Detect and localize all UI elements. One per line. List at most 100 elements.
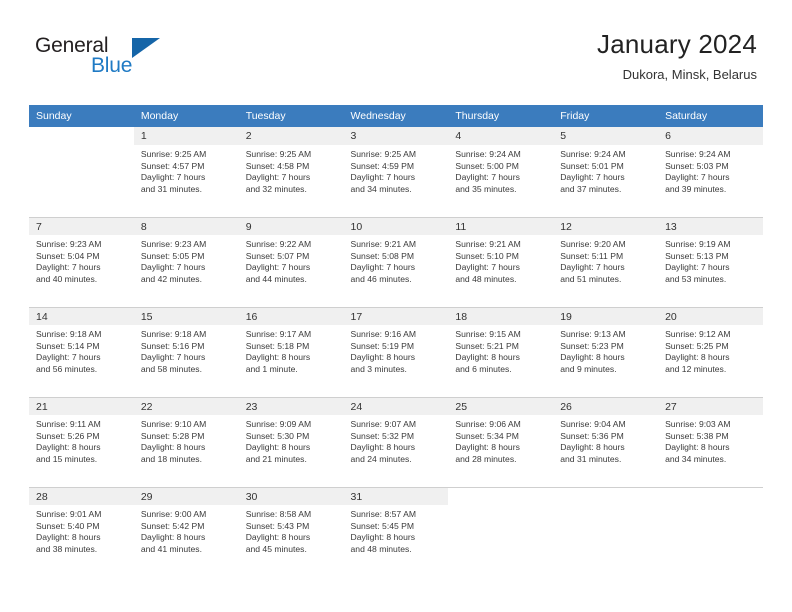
day-cell-content: 14 Sunrise: 9:18 AM Sunset: 5:14 PM Dayligh… (29, 307, 134, 397)
daylight-text-line1: Daylight: 7 hours (36, 352, 101, 363)
day-details: Sunrise: 9:19 AM Sunset: 5:13 PM Daylight:… (658, 235, 763, 285)
day-details: Sunrise: 9:18 AM Sunset: 5:14 PM Daylight:… (29, 325, 134, 375)
day-details: Sunrise: 9:01 AM Sunset: 5:40 PM Daylight:… (29, 505, 134, 555)
calendar-day-cell[interactable]: 3 Sunrise: 9:25 AM Sunset: 4:59 PM Daylight… (343, 127, 449, 217)
calendar-day-cell[interactable]: 31 Sunrise: 8:57 AM Sunset: 5:45 PM Dayligh… (343, 487, 449, 577)
calendar-day-cell[interactable]: 19 Sunrise: 9:13 AM Sunset: 5:23 PM Dayligh… (553, 307, 659, 397)
day-number: 19 (553, 307, 659, 325)
calendar-day-cell[interactable]: 2 Sunrise: 9:25 AM Sunset: 4:58 PM Daylight… (238, 127, 344, 217)
day-number: 11 (448, 217, 554, 235)
sunrise-text: Sunrise: 9:18 AM (36, 329, 102, 339)
daylight-text-line2: and 32 minutes. (245, 183, 307, 194)
calendar-day-cell[interactable]: 1 Sunrise: 9:25 AM Sunset: 4:57 PM Daylight… (133, 127, 239, 217)
calendar-day-cell[interactable]: 11 Sunrise: 9:21 AM Sunset: 5:10 PM Dayligh… (448, 217, 554, 307)
brand-triangle-icon (132, 38, 160, 58)
daylight-text-line1: Daylight: 8 hours (245, 352, 311, 363)
day-number: 12 (553, 217, 659, 235)
calendar-day-cell[interactable]: 21 Sunrise: 9:11 AM Sunset: 5:26 PM Dayligh… (29, 397, 134, 487)
daylight-text-line2: and 3 minutes. (350, 363, 407, 374)
calendar-day-cell[interactable]: 12 Sunrise: 9:20 AM Sunset: 5:11 PM Dayligh… (553, 217, 659, 307)
daylight-text-line2: and 34 minutes. (350, 183, 412, 194)
calendar-day-cell[interactable]: 15 Sunrise: 9:18 AM Sunset: 5:16 PM Dayligh… (133, 307, 239, 397)
sunset-text: Sunset: 5:25 PM (665, 340, 729, 351)
daylight-text-line2: and 48 minutes. (455, 273, 517, 284)
sunrise-text: Sunrise: 9:12 AM (665, 329, 731, 339)
sunset-text: Sunset: 5:00 PM (455, 160, 519, 171)
sunrise-text: Sunrise: 9:24 AM (455, 149, 521, 159)
calendar-day-cell[interactable]: 6 Sunrise: 9:24 AM Sunset: 5:03 PM Daylight… (658, 127, 763, 217)
daylight-text-line2: and 28 minutes. (455, 453, 517, 464)
sunrise-text: Sunrise: 9:24 AM (665, 149, 731, 159)
calendar-day-cell[interactable]: 23 Sunrise: 9:09 AM Sunset: 5:30 PM Dayligh… (238, 397, 344, 487)
daylight-text-line1: Daylight: 7 hours (245, 172, 311, 183)
sunrise-text: Sunrise: 9:22 AM (245, 239, 312, 249)
day-cell-content: 17 Sunrise: 9:16 AM Sunset: 5:19 PM Dayligh… (343, 307, 449, 397)
calendar-day-cell[interactable]: 28 Sunrise: 9:01 AM Sunset: 5:40 PM Dayligh… (29, 487, 134, 577)
daylight-text-line2: and 35 minutes. (455, 183, 517, 194)
sunset-text: Sunset: 5:01 PM (560, 160, 624, 171)
day-details: Sunrise: 9:00 AM Sunset: 5:42 PM Daylight:… (134, 505, 239, 555)
sunset-text: Sunset: 4:58 PM (245, 160, 310, 171)
calendar-day-cell[interactable]: 25 Sunrise: 9:06 AM Sunset: 5:34 PM Dayligh… (448, 397, 554, 487)
daylight-text-line2: and 24 minutes. (350, 453, 412, 464)
day-number: 7 (29, 217, 134, 235)
day-cell-content: 12 Sunrise: 9:20 AM Sunset: 5:11 PM Dayligh… (553, 217, 659, 307)
day-cell-content: 16 Sunrise: 9:17 AM Sunset: 5:18 PM Dayligh… (238, 307, 344, 397)
day-cell-content: 9 Sunrise: 9:22 AM Sunset: 5:07 PM Daylight… (238, 217, 344, 307)
day-number: 9 (238, 217, 344, 235)
day-cell-content (658, 487, 763, 577)
sunset-text: Sunset: 5:43 PM (245, 520, 310, 531)
calendar-day-cell[interactable]: 18 Sunrise: 9:15 AM Sunset: 5:21 PM Dayligh… (448, 307, 554, 397)
page-header: General Blue January 2024 Dukora, Minsk,… (35, 28, 757, 92)
daylight-text-line1: Daylight: 8 hours (245, 532, 311, 543)
sunset-text: Sunset: 5:38 PM (665, 430, 729, 441)
calendar-week-row: 21 Sunrise: 9:11 AM Sunset: 5:26 PM Dayligh… (29, 397, 763, 487)
calendar-day-cell[interactable]: 9 Sunrise: 9:22 AM Sunset: 5:07 PM Daylight… (238, 217, 344, 307)
sunrise-text: Sunrise: 9:09 AM (245, 419, 312, 429)
calendar-day-cell[interactable]: 24 Sunrise: 9:07 AM Sunset: 5:32 PM Dayligh… (343, 397, 449, 487)
brand-logo[interactable]: General Blue (35, 34, 215, 86)
calendar-day-cell[interactable]: 14 Sunrise: 9:18 AM Sunset: 5:14 PM Dayligh… (29, 307, 134, 397)
calendar-week-row: 28 Sunrise: 9:01 AM Sunset: 5:40 PM Dayligh… (29, 487, 763, 577)
daylight-text-line1: Daylight: 7 hours (350, 172, 416, 183)
sunrise-text: Sunrise: 8:58 AM (245, 509, 312, 519)
calendar-day-cell-empty (553, 487, 659, 577)
daylight-text-line2: and 56 minutes. (36, 363, 98, 374)
daylight-text-line2: and 44 minutes. (245, 273, 307, 284)
calendar-day-cell[interactable]: 30 Sunrise: 8:58 AM Sunset: 5:43 PM Dayligh… (238, 487, 344, 577)
day-cell-content: 30 Sunrise: 8:58 AM Sunset: 5:43 PM Dayligh… (238, 487, 344, 577)
sunrise-text: Sunrise: 9:23 AM (140, 239, 207, 249)
sunrise-text: Sunrise: 9:25 AM (350, 149, 416, 159)
sunset-text: Sunset: 5:10 PM (455, 250, 519, 261)
calendar-day-cell[interactable]: 4 Sunrise: 9:24 AM Sunset: 5:00 PM Daylight… (448, 127, 554, 217)
sunset-text: Sunset: 5:04 PM (36, 250, 100, 261)
calendar-day-cell[interactable]: 7 Sunrise: 9:23 AM Sunset: 5:04 PM Daylight… (29, 217, 134, 307)
daylight-text-line2: and 31 minutes. (560, 453, 622, 464)
sunrise-text: Sunrise: 9:13 AM (560, 329, 626, 339)
day-cell-content: 26 Sunrise: 9:04 AM Sunset: 5:36 PM Dayligh… (553, 397, 659, 487)
day-number: 30 (238, 487, 344, 505)
calendar-day-cell[interactable]: 20 Sunrise: 9:12 AM Sunset: 5:25 PM Dayligh… (658, 307, 763, 397)
calendar-day-cell[interactable]: 16 Sunrise: 9:17 AM Sunset: 5:18 PM Dayligh… (238, 307, 344, 397)
calendar-day-cell[interactable]: 17 Sunrise: 9:16 AM Sunset: 5:19 PM Dayligh… (343, 307, 449, 397)
calendar-day-cell[interactable]: 13 Sunrise: 9:19 AM Sunset: 5:13 PM Dayligh… (658, 217, 763, 307)
calendar-week-row: 14 Sunrise: 9:18 AM Sunset: 5:14 PM Dayligh… (29, 307, 763, 397)
day-number: 1 (133, 127, 239, 145)
day-details: Sunrise: 9:21 AM Sunset: 5:08 PM Daylight:… (344, 235, 449, 285)
calendar-day-cell[interactable]: 26 Sunrise: 9:04 AM Sunset: 5:36 PM Dayligh… (553, 397, 659, 487)
calendar-day-cell[interactable]: 5 Sunrise: 9:24 AM Sunset: 5:01 PM Daylight… (553, 127, 659, 217)
calendar-day-cell[interactable]: 8 Sunrise: 9:23 AM Sunset: 5:05 PM Daylight… (133, 217, 239, 307)
calendar-day-cell[interactable]: 29 Sunrise: 9:00 AM Sunset: 5:42 PM Dayligh… (133, 487, 239, 577)
day-cell-content: 11 Sunrise: 9:21 AM Sunset: 5:10 PM Dayligh… (448, 217, 554, 307)
daylight-text-line2: and 37 minutes. (560, 183, 622, 194)
daylight-text-line2: and 46 minutes. (350, 273, 412, 284)
calendar-day-cell[interactable]: 10 Sunrise: 9:21 AM Sunset: 5:08 PM Dayligh… (343, 217, 449, 307)
sunrise-text: Sunrise: 9:20 AM (560, 239, 626, 249)
daylight-text-line2: and 53 minutes. (665, 273, 727, 284)
daylight-text-line1: Daylight: 7 hours (36, 262, 101, 273)
day-cell-content (448, 487, 554, 577)
calendar-day-cell[interactable]: 27 Sunrise: 9:03 AM Sunset: 5:38 PM Dayligh… (658, 397, 763, 487)
day-cell-content: 25 Sunrise: 9:06 AM Sunset: 5:34 PM Dayligh… (448, 397, 554, 487)
calendar-day-cell[interactable]: 22 Sunrise: 9:10 AM Sunset: 5:28 PM Dayligh… (133, 397, 239, 487)
day-number: 16 (238, 307, 344, 325)
